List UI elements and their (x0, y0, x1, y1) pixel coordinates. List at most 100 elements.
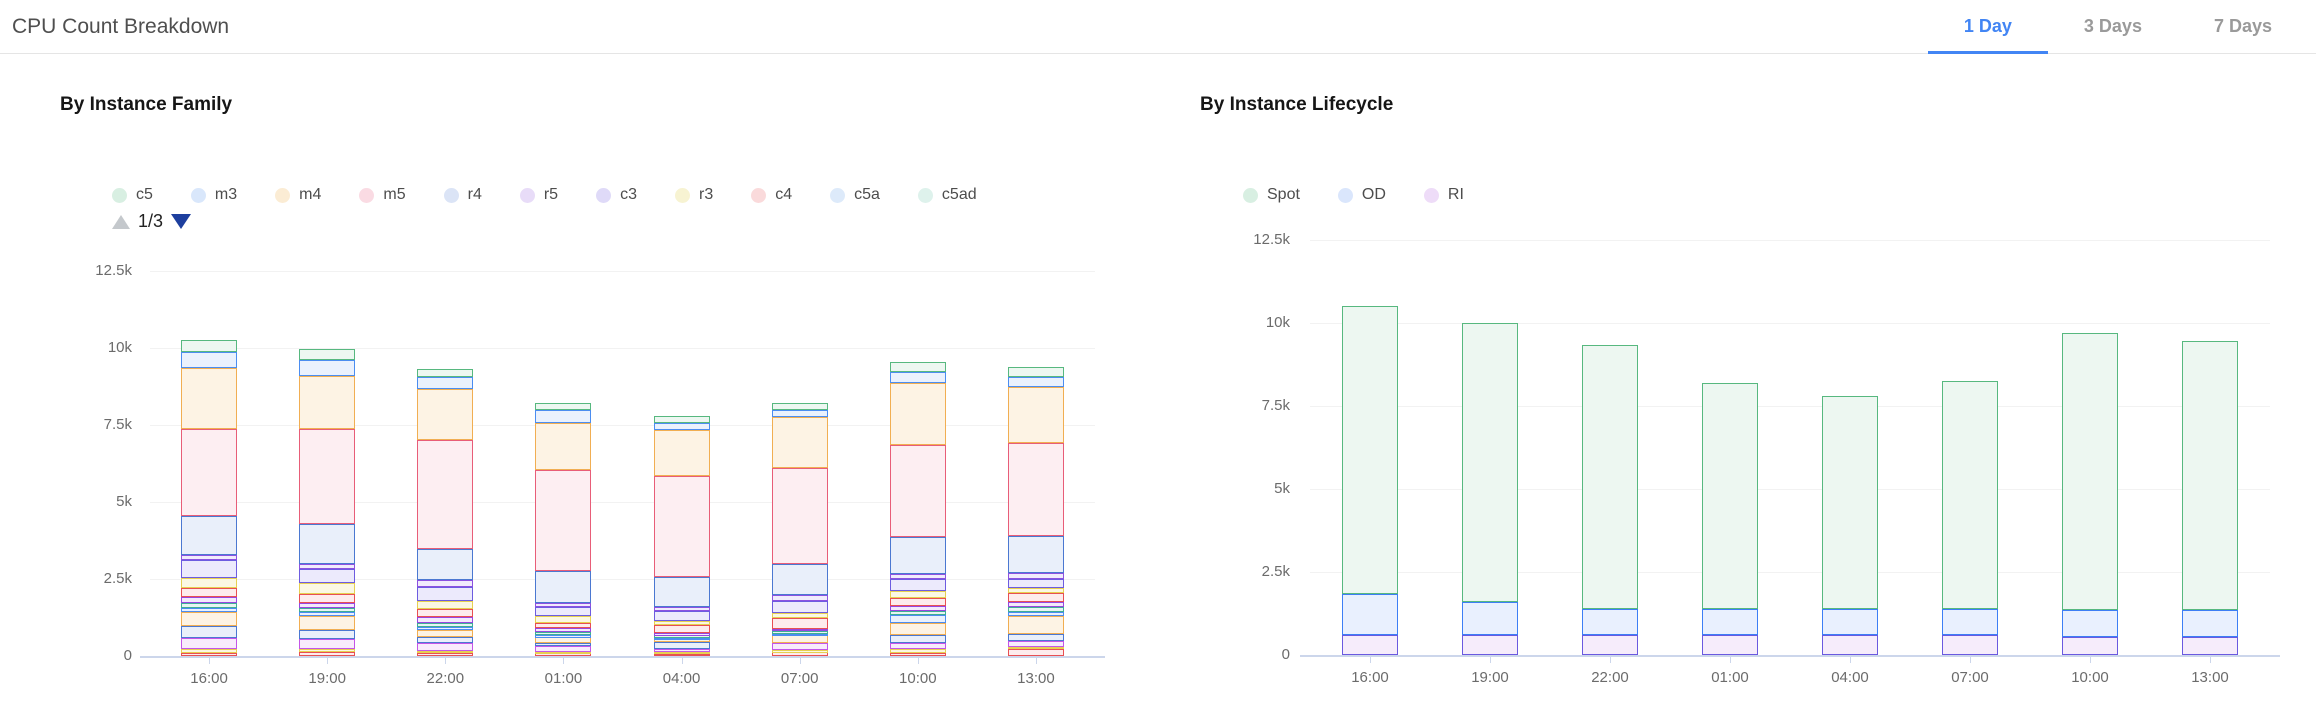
bar-segment-m3 (654, 423, 710, 430)
bar-segment-RI (2182, 637, 2238, 655)
legend-dot-c5 (112, 188, 127, 203)
bar-segment-OD (1462, 602, 1518, 635)
bar-segment-r3 (535, 616, 591, 623)
bar-segment-unlabeled (299, 652, 355, 656)
bar-segment-c3 (1008, 579, 1064, 588)
bar-segment-unlabeled (299, 630, 355, 639)
legend-dot-m3 (191, 188, 206, 203)
legend-item-m5[interactable]: m5 (359, 186, 405, 204)
legend-dot-RI (1424, 188, 1439, 203)
legend-page-down-button[interactable] (171, 214, 191, 229)
bar-segment-r5 (772, 595, 828, 601)
bar-segment-unlabeled (1008, 641, 1064, 647)
bar-segment-c5ad (1008, 607, 1064, 611)
bar-segment-r3 (181, 578, 237, 587)
y-axis-label: 2.5k (1198, 563, 1290, 580)
legend-item-c5ad[interactable]: c5ad (918, 186, 977, 204)
bar-segment-m5 (181, 429, 237, 515)
bar-segment-c4 (890, 598, 946, 606)
bar-segment-Spot (1462, 323, 1518, 602)
bar-segment-c4 (772, 618, 828, 629)
bar-segment-c3 (772, 601, 828, 613)
bar-segment-r5 (1008, 573, 1064, 580)
bar-segment-Spot (2062, 333, 2118, 610)
chart-legend: c5 m3 m4 m5 r4 r5 c3 r3 c4 c5a c5ad (112, 186, 977, 204)
bar-segment-r4 (535, 571, 591, 603)
gridline (1310, 489, 2270, 490)
bar-segment-c5a (772, 629, 828, 632)
gridline (150, 271, 1095, 272)
y-axis-label: 5k (1198, 480, 1290, 497)
legend-label: r4 (468, 186, 482, 204)
bar-segment-r3 (417, 601, 473, 610)
legend-label: c5a (854, 186, 880, 204)
bar-segment-c3 (890, 579, 946, 591)
legend-page-up-button[interactable] (112, 215, 130, 229)
x-axis-label: 10:00 (2048, 669, 2132, 686)
bar-segment-m4 (654, 430, 710, 476)
bar-segment-unlabeled (417, 630, 473, 637)
bar-segment-OD (2062, 610, 2118, 637)
bar-segment-r5 (417, 580, 473, 587)
bar-segment-c5 (181, 340, 237, 352)
legend-item-r3[interactable]: r3 (675, 186, 713, 204)
bar-segment-c5a (181, 597, 237, 603)
bar-segment-m5 (654, 476, 710, 577)
legend-label: m4 (299, 186, 321, 204)
bar-segment-c3 (654, 611, 710, 620)
bar-segment-unlabeled (417, 627, 473, 630)
bar-segment-c5ad (299, 608, 355, 612)
bar-segment-c5a (417, 617, 473, 622)
x-axis-tick (1850, 657, 1851, 663)
legend-dot-c4 (751, 188, 766, 203)
bar-segment-m5 (890, 445, 946, 537)
gridline (150, 425, 1095, 426)
bar-segment-c5 (1008, 367, 1064, 377)
bar-segment-c5 (890, 362, 946, 372)
bar-segment-Spot (1342, 306, 1398, 593)
legend-item-r5[interactable]: r5 (520, 186, 558, 204)
legend-dot-OD (1338, 188, 1353, 203)
bar-segment-c5a (654, 633, 710, 636)
bar-segment-Spot (1822, 396, 1878, 608)
bar-segment-m4 (417, 389, 473, 440)
y-axis-label: 12.5k (1198, 231, 1290, 248)
bar-segment-OD (1822, 609, 1878, 636)
bar-segment-unlabeled (654, 638, 710, 641)
bar-segment-r3 (1008, 588, 1064, 593)
bar-segment-m5 (1008, 443, 1064, 536)
bar-segment-unlabeled (535, 646, 591, 652)
bar-segment-c5a (890, 606, 946, 611)
bar-segment-OD (1582, 609, 1638, 636)
x-axis-label: 04:00 (640, 670, 724, 687)
tab-1-day[interactable]: 1 Day (1928, 0, 2048, 53)
tab-7-days[interactable]: 7 Days (2178, 0, 2308, 53)
legend-item-RI[interactable]: RI (1424, 186, 1464, 204)
y-axis-label: 5k (40, 493, 132, 510)
bar-segment-OD (1942, 609, 1998, 636)
x-axis-tick (2210, 657, 2211, 663)
bar-segment-c4 (535, 623, 591, 628)
bar-segment-unlabeled (417, 643, 473, 651)
legend-item-r4[interactable]: r4 (444, 186, 482, 204)
y-axis-label: 0 (40, 647, 132, 664)
bar-segment-r4 (299, 524, 355, 564)
tab-3-days[interactable]: 3 Days (2048, 0, 2178, 53)
legend-item-OD[interactable]: OD (1338, 186, 1386, 204)
bar-segment-Spot (2182, 341, 2238, 610)
legend-item-m3[interactable]: m3 (191, 186, 237, 204)
x-axis-label: 16:00 (1328, 669, 1412, 686)
legend-item-c5[interactable]: c5 (112, 186, 153, 204)
legend-item-c4[interactable]: c4 (751, 186, 792, 204)
bar-segment-unlabeled (890, 649, 946, 652)
legend-label: c5 (136, 186, 153, 204)
legend-item-m4[interactable]: m4 (275, 186, 321, 204)
bar-segment-c5ad (417, 623, 473, 627)
bar-segment-unlabeled (1008, 649, 1064, 656)
bar-segment-unlabeled (535, 635, 591, 638)
legend-item-c5a[interactable]: c5a (830, 186, 880, 204)
bar-segment-m5 (535, 470, 591, 571)
legend-item-Spot[interactable]: Spot (1243, 186, 1300, 204)
bar-segment-unlabeled (890, 615, 946, 623)
legend-item-c3[interactable]: c3 (596, 186, 637, 204)
